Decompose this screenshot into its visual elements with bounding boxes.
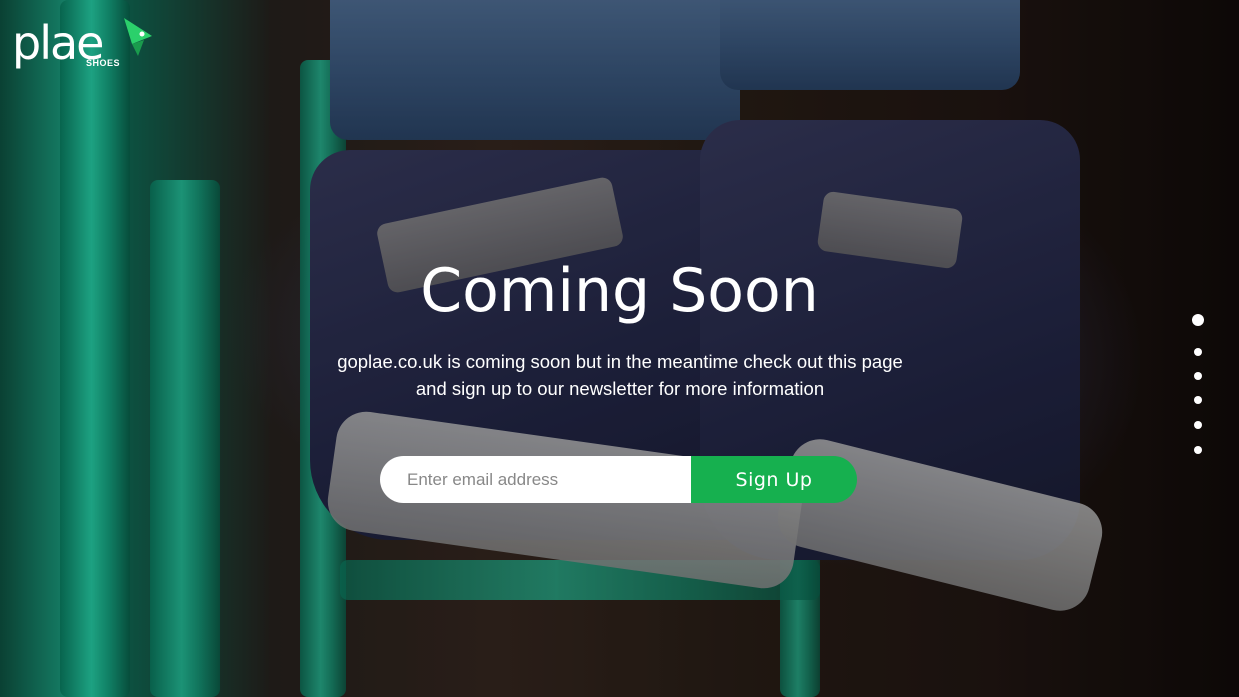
slide-dot-6[interactable] — [1194, 446, 1202, 454]
subtitle-line-1: goplae.co.uk is coming soon but in the m… — [337, 351, 903, 372]
slide-dot-4[interactable] — [1194, 396, 1202, 404]
page-title: Coming Soon — [420, 256, 819, 326]
slide-pagination — [1188, 314, 1208, 459]
slide-dot-3[interactable] — [1194, 372, 1202, 380]
email-input[interactable] — [380, 456, 691, 503]
brand-logo[interactable]: plae SHOES — [12, 14, 162, 74]
subtitle-line-2: and sign up to our newsletter for more i… — [415, 378, 825, 399]
slide-dot-5[interactable] — [1194, 421, 1202, 429]
slide-dot-1[interactable] — [1192, 314, 1204, 326]
slide-dot-2[interactable] — [1194, 348, 1202, 356]
leaf-arrow-icon — [124, 18, 152, 56]
newsletter-signup-form: Sign Up — [380, 456, 857, 503]
sign-up-button[interactable]: Sign Up — [691, 456, 857, 503]
logo-subtitle: SHOES — [86, 58, 121, 68]
page-subtitle: goplae.co.uk is coming soon but in the m… — [320, 348, 920, 402]
